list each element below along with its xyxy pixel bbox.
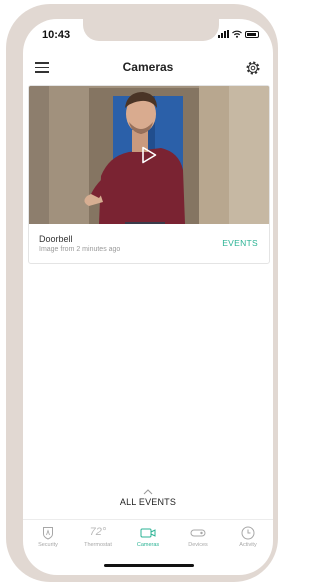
home-indicator [104,564,194,567]
tab-label: Activity [239,542,257,548]
camera-preview-image[interactable] [29,86,269,224]
chevron-up-icon [143,489,153,495]
tab-label: Cameras [136,542,160,548]
notch [83,19,219,41]
app-header: Cameras [23,57,273,81]
all-events-label: ALL EVENTS [119,497,177,507]
events-button[interactable]: EVENTS [222,238,258,248]
devices-icon [190,529,206,536]
status-time: 10:43 [42,29,71,41]
tab-label: Security [38,542,58,548]
camera-card[interactable]: Doorbell Image from 2 minutes ago EVENTS [28,85,270,264]
thermostat-value: 72° [89,526,107,538]
battery-icon [245,30,259,38]
tab-security[interactable]: Security [23,520,73,554]
play-icon[interactable] [141,146,157,164]
camera-icon [140,528,156,537]
page-title: Cameras [122,60,174,74]
shield-icon [43,526,53,540]
wifi-icon [232,30,242,38]
status-icons [218,30,259,38]
all-events-button[interactable]: ALL EVENTS [23,489,273,507]
tab-label: Thermostat [84,542,112,548]
clock-icon [241,526,255,539]
camera-name: Doorbell [39,234,73,244]
tab-label: Devices [188,542,208,548]
signal-icon [218,30,229,38]
tab-activity[interactable]: Activity [223,520,273,554]
phone-screen: 10:43 Cameras Doorbell Image from 2 minu… [23,19,273,575]
tab-thermostat[interactable]: 72° Thermostat [73,520,123,554]
tab-devices[interactable]: Devices [173,520,223,554]
phone-frame: 10:43 Cameras Doorbell Image from 2 minu… [6,4,278,582]
tab-bar: Security 72° Thermostat Cameras Devices … [23,519,273,554]
tab-cameras[interactable]: Cameras [123,520,173,554]
gear-icon[interactable] [245,60,261,76]
camera-timestamp: Image from 2 minutes ago [39,246,121,253]
